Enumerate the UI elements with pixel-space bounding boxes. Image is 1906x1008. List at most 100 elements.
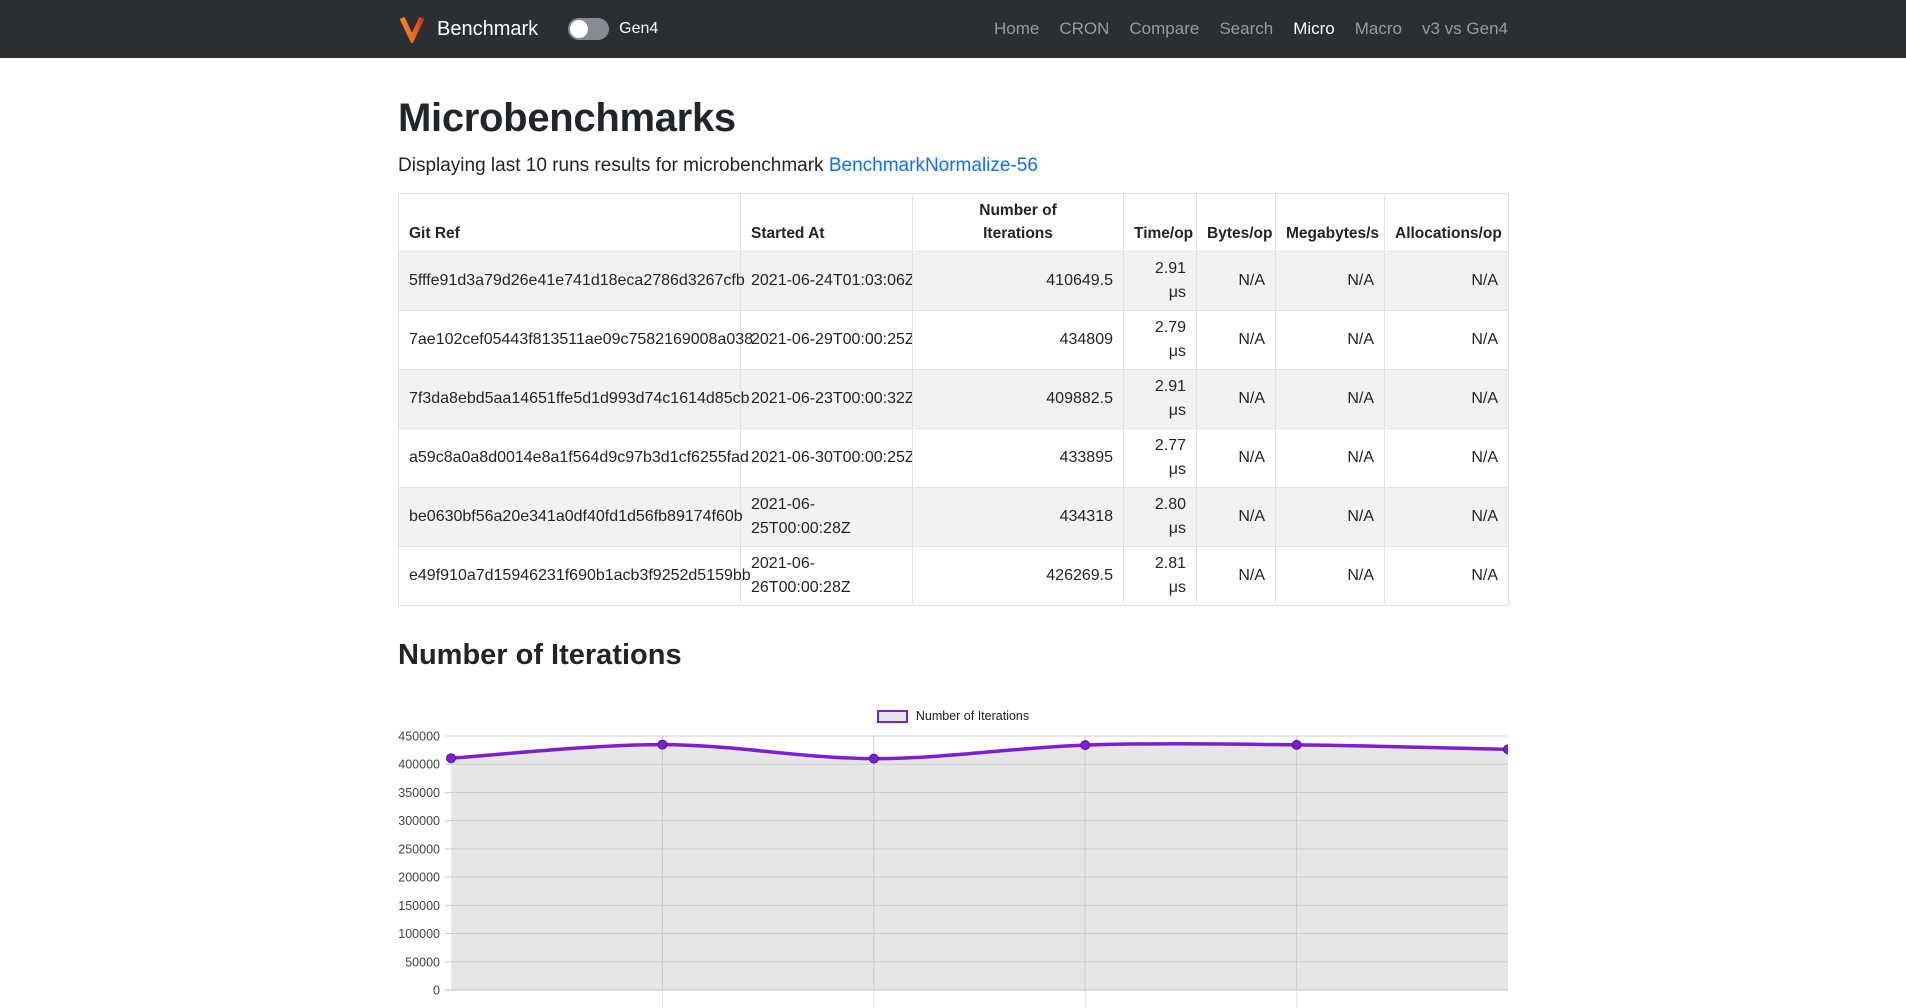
gen4-toggle-label: Gen4 xyxy=(619,20,658,38)
legend-label: Number of Iterations xyxy=(916,709,1029,723)
allocations-op-cell: N/A xyxy=(1385,428,1509,487)
brand-link[interactable]: Benchmark xyxy=(398,15,538,43)
started-at-cell: 2021-06-26T00:00:28Z xyxy=(741,546,913,605)
runs-table: Git RefStarted AtNumber ofIterationsTime… xyxy=(398,193,1509,606)
y-tick-label: 250000 xyxy=(398,843,440,857)
col-header-time-op: Time/op xyxy=(1124,194,1197,252)
megabytes-s-cell: N/A xyxy=(1276,428,1385,487)
area-fill xyxy=(451,744,1508,990)
iterations-cell: 434318 xyxy=(913,487,1124,546)
time-op-cell: 2.80 μs xyxy=(1124,487,1197,546)
y-tick-label: 300000 xyxy=(398,814,440,828)
nav-menu: HomeCRONCompareSearchMicroMacrov3 vs Gen… xyxy=(984,15,1508,43)
iterations-cell: 434809 xyxy=(913,310,1124,369)
gen4-toggle-wrap: Gen4 xyxy=(568,18,658,40)
y-tick-label: 350000 xyxy=(398,786,440,800)
bytes-op-cell: N/A xyxy=(1197,546,1276,605)
iterations-cell: 433895 xyxy=(913,428,1124,487)
allocations-op-cell: N/A xyxy=(1385,369,1509,428)
megabytes-s-cell: N/A xyxy=(1276,310,1385,369)
started-at-cell: 2021-06-23T00:00:32Z xyxy=(741,369,913,428)
git-ref-cell: 7f3da8ebd5aa14651ffe5d1d993d74c1614d85cb xyxy=(399,369,741,428)
header-row: Git RefStarted AtNumber ofIterationsTime… xyxy=(399,194,1509,252)
allocations-op-cell: N/A xyxy=(1385,251,1509,310)
page-title: Microbenchmarks xyxy=(398,94,1508,142)
allocations-op-cell: N/A xyxy=(1385,546,1509,605)
table-row: e49f910a7d15946231f690b1acb3f9252d5159bb… xyxy=(399,546,1509,605)
main-content: Microbenchmarks Displaying last 10 runs … xyxy=(398,58,1508,1008)
data-point xyxy=(447,754,456,763)
nav-item-cron[interactable]: CRON xyxy=(1049,15,1119,43)
data-point xyxy=(1081,741,1090,750)
time-op-cell: 2.91 μs xyxy=(1124,251,1197,310)
megabytes-s-cell: N/A xyxy=(1276,251,1385,310)
runs-table-head: Git RefStarted AtNumber ofIterationsTime… xyxy=(399,194,1509,252)
git-ref-cell: be0630bf56a20e341a0df40fd1d56fb89174f60b xyxy=(399,487,741,546)
navbar: Benchmark Gen4 HomeCRONCompareSearchMicr… xyxy=(0,0,1906,58)
y-tick-label: 400000 xyxy=(398,758,440,772)
iterations-cell: 426269.5 xyxy=(913,546,1124,605)
data-point xyxy=(869,754,878,763)
nav-item-v3-vs-gen4[interactable]: v3 vs Gen4 xyxy=(1412,15,1508,43)
started-at-cell: 2021-06-25T00:00:28Z xyxy=(741,487,913,546)
table-row: be0630bf56a20e341a0df40fd1d56fb89174f60b… xyxy=(399,487,1509,546)
time-op-cell: 2.77 μs xyxy=(1124,428,1197,487)
iterations-chart: Number of Iterations 0 50000 100000 150000 2… xyxy=(398,708,1508,1008)
col-header-started-at: Started At xyxy=(741,194,913,252)
data-point xyxy=(658,740,667,749)
vitess-logo-icon xyxy=(398,15,426,43)
gen4-toggle-knob xyxy=(570,20,588,38)
time-op-cell: 2.79 μs xyxy=(1124,310,1197,369)
benchmark-link[interactable]: BenchmarkNormalize-56 xyxy=(829,155,1038,176)
chart-legend: Number of Iterations xyxy=(398,708,1508,724)
y-tick-label: 50000 xyxy=(405,956,440,970)
bytes-op-cell: N/A xyxy=(1197,369,1276,428)
started-at-cell: 2021-06-30T00:00:25Z xyxy=(741,428,913,487)
nav-item-macro[interactable]: Macro xyxy=(1345,15,1412,43)
bytes-op-cell: N/A xyxy=(1197,428,1276,487)
subtitle: Displaying last 10 runs results for micr… xyxy=(398,155,1508,177)
subtitle-text: Displaying last 10 runs results for micr… xyxy=(398,155,824,176)
git-ref-cell: a59c8a0a8d0014e8a1f564d9c97b3d1cf6255fad xyxy=(399,428,741,487)
allocations-op-cell: N/A xyxy=(1385,310,1509,369)
legend-swatch xyxy=(877,710,908,723)
gen4-toggle[interactable] xyxy=(568,18,609,40)
table-row: 7ae102cef05443f813511ae09c7582169008a038… xyxy=(399,310,1509,369)
iterations-cell: 409882.5 xyxy=(913,369,1124,428)
megabytes-s-cell: N/A xyxy=(1276,487,1385,546)
bytes-op-cell: N/A xyxy=(1197,251,1276,310)
table-row: 5fffe91d3a79d26e41e741d18eca2786d3267cfb… xyxy=(399,251,1509,310)
bytes-op-cell: N/A xyxy=(1197,310,1276,369)
y-tick-label: 100000 xyxy=(398,927,440,941)
data-point xyxy=(1504,745,1509,754)
col-header-bytes-op: Bytes/op xyxy=(1197,194,1276,252)
runs-table-body: 5fffe91d3a79d26e41e741d18eca2786d3267cfb… xyxy=(399,251,1509,605)
megabytes-s-cell: N/A xyxy=(1276,546,1385,605)
nav-item-search[interactable]: Search xyxy=(1209,15,1283,43)
y-tick-label: 150000 xyxy=(398,899,440,913)
started-at-cell: 2021-06-29T00:00:25Z xyxy=(741,310,913,369)
bytes-op-cell: N/A xyxy=(1197,487,1276,546)
time-op-cell: 2.81 μs xyxy=(1124,546,1197,605)
started-at-cell: 2021-06-24T01:03:06Z xyxy=(741,251,913,310)
col-header-allocations-op: Allocations/op xyxy=(1385,194,1509,252)
section-heading: Number of Iterations xyxy=(398,638,1508,673)
git-ref-cell: 5fffe91d3a79d26e41e741d18eca2786d3267cfb xyxy=(399,251,741,310)
git-ref-cell: e49f910a7d15946231f690b1acb3f9252d5159bb xyxy=(399,546,741,605)
nav-item-compare[interactable]: Compare xyxy=(1119,15,1209,43)
chart-canvas: 0 50000 100000 150000 200000 250000 300000 3500… xyxy=(398,731,1508,1008)
allocations-op-cell: N/A xyxy=(1385,487,1509,546)
time-op-cell: 2.91 μs xyxy=(1124,369,1197,428)
y-tick-label: 0 xyxy=(433,984,440,998)
col-header-git-ref: Git Ref xyxy=(399,194,741,252)
data-point xyxy=(1292,741,1301,750)
brand-title: Benchmark xyxy=(437,18,538,41)
y-tick-label: 200000 xyxy=(398,871,440,885)
table-row: 7f3da8ebd5aa14651ffe5d1d993d74c1614d85cb… xyxy=(399,369,1509,428)
col-header-iterations: Number ofIterations xyxy=(913,194,1124,252)
nav-item-home[interactable]: Home xyxy=(984,15,1049,43)
table-row: a59c8a0a8d0014e8a1f564d9c97b3d1cf6255fad… xyxy=(399,428,1509,487)
nav-item-micro[interactable]: Micro xyxy=(1283,15,1345,43)
iterations-cell: 410649.5 xyxy=(913,251,1124,310)
megabytes-s-cell: N/A xyxy=(1276,369,1385,428)
